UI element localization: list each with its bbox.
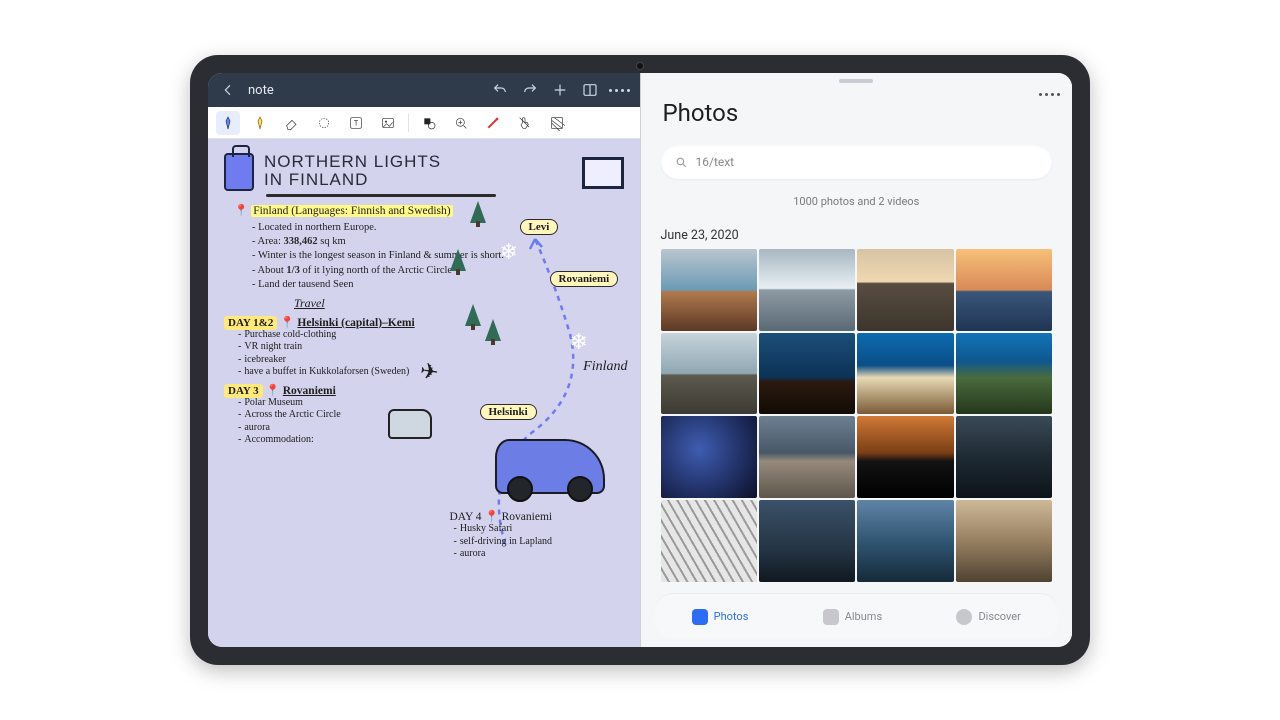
more-icon[interactable]	[1039, 81, 1060, 100]
more-icon[interactable]	[610, 80, 630, 100]
note-subheading: Finland (Languages: Finnish and Swedish)	[251, 205, 452, 217]
nav-albums[interactable]: Albums	[823, 609, 882, 625]
photo-thumbnail[interactable]	[661, 249, 757, 331]
photo-thumbnail[interactable]	[857, 249, 953, 331]
laser-tool-icon[interactable]	[481, 111, 505, 135]
front-camera	[636, 62, 644, 70]
photo-thumbnail[interactable]	[759, 500, 855, 582]
photos-nav-icon	[692, 609, 708, 625]
discover-nav-icon	[956, 609, 972, 625]
photo-grid	[661, 249, 1053, 582]
car-icon	[495, 439, 605, 494]
undo-icon[interactable]	[490, 80, 510, 100]
note-toolbar: T	[208, 107, 640, 139]
highlighter-tool-icon[interactable]	[248, 111, 272, 135]
zoom-tool-icon[interactable]	[449, 111, 473, 135]
pattern-tool-icon[interactable]	[545, 111, 569, 135]
pin-rovaniemi: Rovaniemi	[550, 271, 619, 287]
lasso-tool-icon[interactable]	[312, 111, 336, 135]
photo-thumbnail[interactable]	[661, 416, 757, 498]
text-tool-icon[interactable]: T	[344, 111, 368, 135]
photo-thumbnail[interactable]	[759, 416, 855, 498]
photos-scroll[interactable]: June 23, 2020	[641, 222, 1073, 593]
day4-row: DAY 4 📍 Rovaniemi Husky Safari self-driv…	[450, 509, 553, 561]
train-icon	[388, 409, 432, 439]
photo-thumbnail[interactable]	[956, 500, 1052, 582]
heading-underline	[266, 194, 496, 197]
note-app-pane: note T	[208, 73, 641, 647]
split-screen: note T	[208, 73, 1072, 647]
suitcase-icon	[224, 153, 254, 191]
nav-albums-label: Albums	[845, 610, 882, 623]
add-icon[interactable]	[550, 80, 570, 100]
albums-nav-icon	[823, 609, 839, 625]
redo-icon[interactable]	[520, 80, 540, 100]
search-input[interactable]: 16/text	[661, 145, 1053, 179]
svg-text:T: T	[354, 118, 359, 127]
search-icon	[675, 156, 688, 169]
date-label: June 23, 2020	[661, 228, 1053, 243]
day3-tag: DAY 3	[224, 384, 263, 398]
photo-thumbnail[interactable]	[857, 333, 953, 415]
nav-discover[interactable]: Discover	[956, 609, 1020, 625]
photo-thumbnail[interactable]	[956, 249, 1052, 331]
day4-item: Husky Safari	[454, 523, 553, 536]
pen-tool-icon[interactable]	[216, 111, 240, 135]
photo-thumbnail[interactable]	[661, 500, 757, 582]
day4-item: self-driving in Lapland	[454, 536, 553, 549]
photos-header: Photos	[641, 83, 1073, 135]
day12-tag: DAY 1&2	[224, 316, 277, 330]
country-label: Finland	[583, 359, 627, 375]
picture-frame-icon	[582, 157, 624, 189]
nav-photos-label: Photos	[714, 610, 749, 623]
search-value: 16/text	[696, 155, 735, 169]
photo-thumbnail[interactable]	[956, 416, 1052, 498]
note-canvas[interactable]: NORTHERN LIGHTS IN FINLAND 📍 Finland (La…	[208, 139, 640, 647]
nav-discover-label: Discover	[978, 610, 1020, 623]
snowflake-icon: ❄	[500, 239, 518, 265]
day3-place: Rovaniemi	[283, 385, 336, 397]
photo-thumbnail[interactable]	[759, 249, 855, 331]
toolbar-divider	[408, 114, 409, 132]
note-titlebar: note	[208, 73, 640, 107]
photos-app-pane: Photos 16/text 1000 photos and 2 videos …	[641, 73, 1073, 647]
pin-levi: Levi	[520, 219, 559, 235]
note-title: note	[248, 83, 274, 98]
photo-thumbnail[interactable]	[956, 333, 1052, 415]
photo-thumbnail[interactable]	[759, 333, 855, 415]
photo-thumbnail[interactable]	[857, 416, 953, 498]
image-tool-icon[interactable]	[376, 111, 400, 135]
eraser-tool-icon[interactable]	[280, 111, 304, 135]
shape-tool-icon[interactable]	[417, 111, 441, 135]
pin-helsinki: Helsinki	[480, 404, 537, 420]
photos-bottom-nav: Photos Albums Discover	[655, 593, 1059, 639]
tree-icon	[485, 319, 501, 341]
day4-tag: DAY 4	[450, 511, 482, 523]
gesture-tool-icon[interactable]	[513, 111, 537, 135]
note-map-area: ❄ ❄ Levi Rovaniemi Helsinki Finland ✈ DA…	[440, 209, 630, 639]
plane-icon: ✈	[418, 358, 440, 386]
snowflake-icon: ❄	[570, 329, 588, 355]
photos-count: 1000 photos and 2 videos	[641, 189, 1073, 222]
photos-title: Photos	[663, 99, 1051, 127]
note-heading-line2: IN FINLAND	[264, 171, 441, 189]
layout-icon[interactable]	[580, 80, 600, 100]
tree-icon	[470, 201, 486, 223]
day12-place: Helsinki (capital)–Kemi	[297, 317, 414, 329]
note-heading-line1: NORTHERN LIGHTS	[264, 153, 441, 171]
back-icon[interactable]	[218, 80, 238, 100]
tablet-frame: note T	[190, 55, 1090, 665]
day4-place: Rovaniemi	[502, 511, 552, 523]
tree-icon	[465, 304, 481, 326]
day4-item: aurora	[454, 548, 553, 561]
photo-thumbnail[interactable]	[661, 333, 757, 415]
tree-icon	[450, 249, 466, 271]
nav-photos[interactable]: Photos	[692, 609, 749, 625]
photo-thumbnail[interactable]	[857, 500, 953, 582]
